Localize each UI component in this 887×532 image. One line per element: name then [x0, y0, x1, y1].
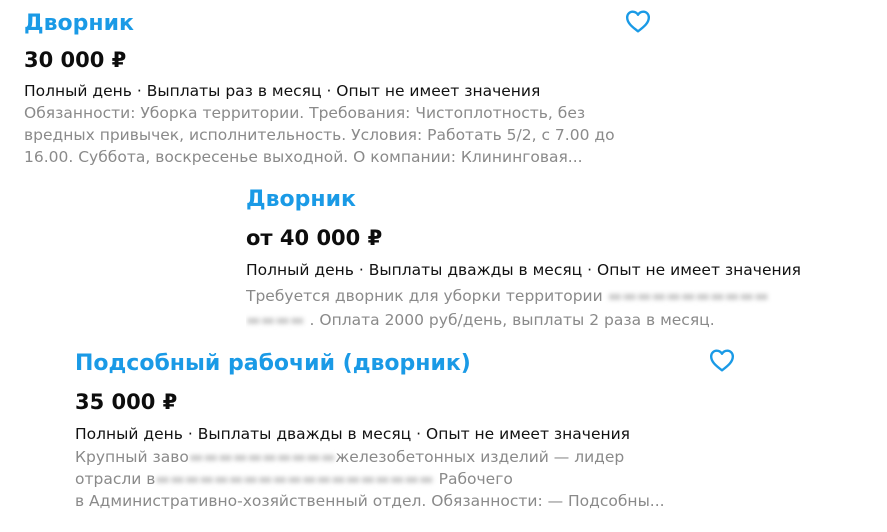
redacted-text: ▬▬▬▬▬▬▬▬▬▬▬: [602, 287, 769, 305]
favorite-button[interactable]: [709, 348, 735, 372]
vacancy-description: Крупный заво▬▬▬▬▬▬▬▬▬▬железобетонных изд…: [75, 446, 755, 512]
heart-outline-icon: [709, 349, 735, 372]
description-text: железобетонных изделий — лидер: [335, 448, 625, 466]
vacancy-card: Дворник 30 000 ₽ Полный день · Выплаты р…: [24, 10, 664, 180]
redacted-text: ▬▬▬▬: [246, 311, 310, 329]
vacancy-description: Требуется дворник для уборки территории …: [246, 285, 886, 331]
description-line: отрасли в▬▬▬▬▬▬▬▬▬▬▬▬▬▬▬▬▬▬▬ Рабочего: [75, 468, 755, 490]
description-text: Требуется дворник для уборки территории: [246, 287, 603, 305]
redacted-text: ▬▬▬▬▬▬▬▬▬▬: [188, 448, 336, 466]
description-text: Крупный заво: [75, 448, 189, 466]
vacancy-salary: от 40 000 ₽: [246, 226, 383, 250]
description-line: Обязанности: Уборка территории. Требован…: [24, 104, 586, 122]
description-text: отрасли в: [75, 470, 156, 488]
description-line: вредных привычек, исполнительность. Усло…: [24, 126, 615, 144]
vacancy-card: Подсобный рабочий (дворник) 35 000 ₽ Пол…: [75, 350, 755, 530]
vacancy-description: Обязанности: Уборка территории. Требован…: [24, 102, 644, 168]
vacancy-conditions: Полный день · Выплаты дважды в месяц · О…: [246, 261, 802, 279]
vacancy-title[interactable]: Дворник: [246, 186, 356, 214]
vacancy-salary: 35 000 ₽: [75, 390, 178, 414]
vacancy-salary: 30 000 ₽: [24, 48, 127, 72]
vacancy-title[interactable]: Подсобный рабочий (дворник): [75, 350, 471, 378]
vacancy-card: Дворник от 40 000 ₽ Полный день · Выплат…: [246, 186, 886, 336]
description-line: Крупный заво▬▬▬▬▬▬▬▬▬▬железобетонных изд…: [75, 446, 755, 468]
vacancy-conditions: Полный день · Выплаты дважды в месяц · О…: [75, 425, 631, 443]
favorite-button[interactable]: [625, 9, 651, 33]
description-text: . Оплата 2000 руб/день, выплаты 2 раза в…: [309, 311, 715, 329]
vacancy-conditions: Полный день · Выплаты раз в месяц · Опыт…: [24, 82, 541, 100]
description-line: в Административно-хозяйственный отдел. О…: [75, 492, 665, 510]
heart-outline-icon: [625, 10, 651, 33]
description-text: Рабочего: [438, 470, 513, 488]
vacancy-title[interactable]: Дворник: [24, 10, 134, 38]
redacted-text: ▬▬▬▬▬▬▬▬▬▬▬▬▬▬▬▬▬▬▬: [155, 470, 439, 488]
description-line: ▬▬▬▬ . Оплата 2000 руб/день, выплаты 2 р…: [246, 309, 886, 331]
description-line: 16.00. Суббота, воскресенье выходной. О …: [24, 148, 583, 166]
description-line: Требуется дворник для уборки территории …: [246, 285, 886, 307]
